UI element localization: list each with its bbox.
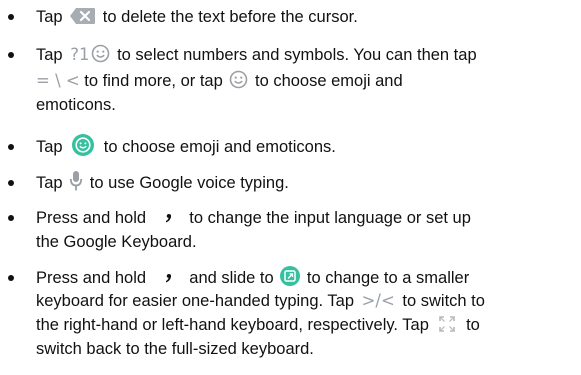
line: the Google Keyboard. (36, 233, 197, 251)
comma-key-icon (161, 267, 175, 287)
line: Tap ?1 to select numbers and symbols. Yo… (36, 44, 477, 64)
more-symbols-key-label: = \ < (36, 71, 80, 90)
line: = \ < to find more, or tap to choose emo… (36, 70, 403, 90)
line: Tap to use Google voice typing. (36, 170, 289, 193)
bullet (8, 215, 14, 221)
smile-icon (229, 70, 248, 89)
comma-key-icon (161, 207, 175, 227)
microphone-icon (69, 170, 83, 192)
bullet (8, 144, 14, 150)
line: Press and hold to change the input langu… (36, 208, 471, 228)
line: keyboard for easier one-handed typing. T… (36, 291, 485, 310)
line: Press and hold and slide to to change to… (36, 265, 469, 288)
bullet (8, 52, 14, 58)
line: the right-hand or left-hand keyboard, re… (36, 315, 480, 334)
line: Tap to choose emoji and emoticons. (36, 133, 336, 157)
line: emoticons. (36, 96, 116, 114)
line: switch back to the full-sized keyboard. (36, 340, 314, 358)
bullet (8, 14, 14, 20)
line: Tap to delete the text before the cursor… (36, 7, 358, 26)
bullet (8, 275, 14, 281)
bullet (8, 180, 14, 186)
backspace-icon (69, 7, 96, 25)
smile-icon (91, 44, 110, 63)
switch-side-arrows: >/< (361, 291, 395, 310)
symbols-key-label: ?1 (70, 45, 90, 64)
emoji-button-icon (72, 133, 95, 156)
expand-icon (438, 315, 456, 333)
one-handed-mode-icon (280, 265, 301, 286)
